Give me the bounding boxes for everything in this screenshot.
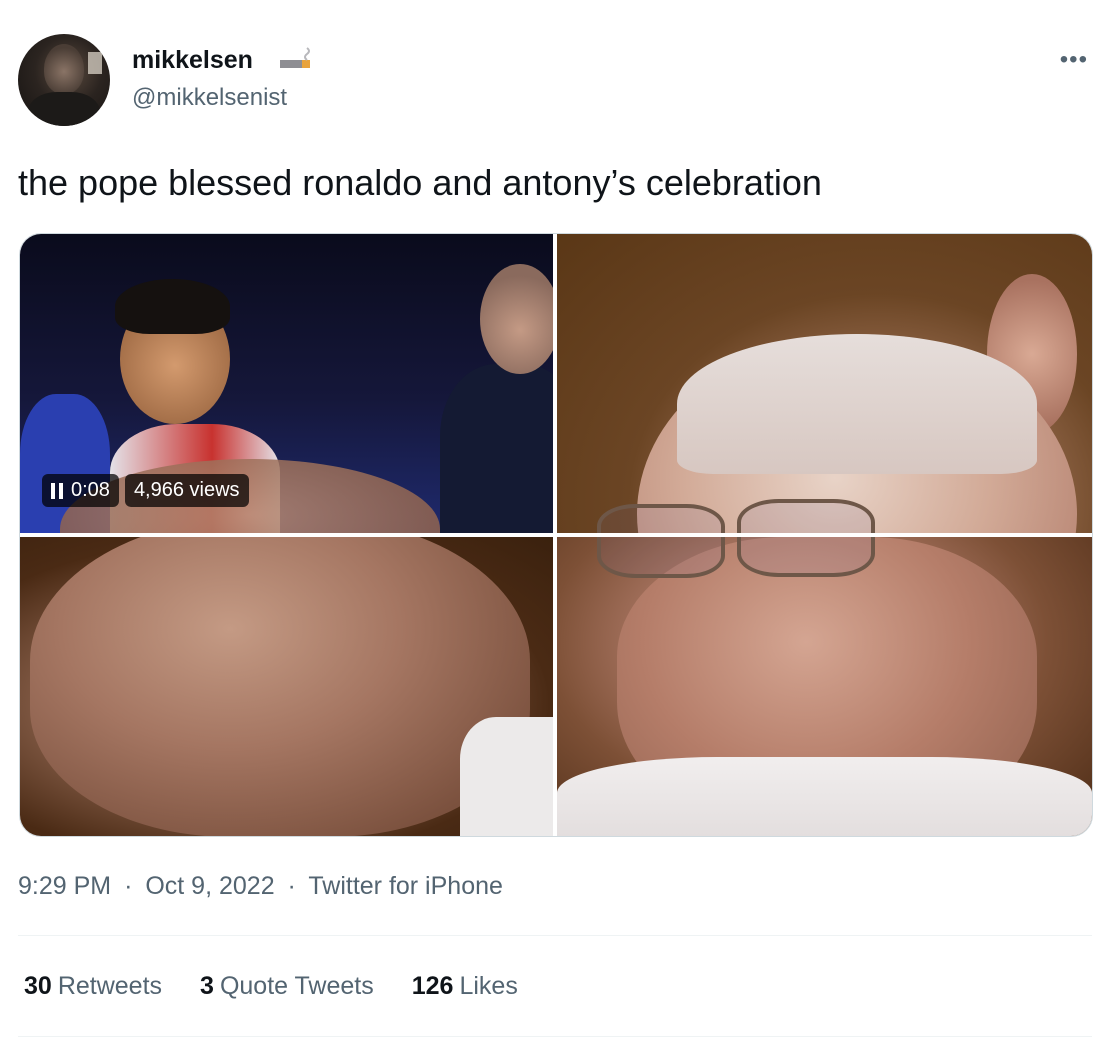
tweet-time[interactable]: 9:29 PM	[18, 872, 111, 900]
coach-figure	[440, 364, 553, 533]
divider	[18, 1036, 1092, 1037]
meta-separator: ·	[124, 872, 133, 900]
media-cell-bottom-right[interactable]	[557, 537, 1092, 836]
tweet-timestamp: 9:29 PM · Oct 9, 2022 · Twitter for iPho…	[18, 872, 503, 901]
media-cell-top-right[interactable]	[557, 234, 1092, 533]
meta-separator: ·	[287, 872, 296, 900]
tweet-source[interactable]: Twitter for iPhone	[308, 872, 503, 900]
quote-tweets-stat[interactable]: 3 Quote Tweets	[200, 972, 374, 1001]
divider	[18, 935, 1092, 936]
avatar-head	[44, 44, 84, 94]
retweets-count: 30	[24, 972, 52, 1000]
avatar-body	[28, 92, 100, 126]
tweet-date[interactable]: Oct 9, 2022	[145, 872, 274, 900]
video-elapsed: 0:08	[71, 479, 110, 501]
pope-collar	[557, 757, 1092, 836]
tweet-text: the pope blessed ronaldo and antony’s ce…	[18, 162, 822, 203]
likes-stat[interactable]: 126 Likes	[412, 972, 518, 1001]
quote-tweets-count: 3	[200, 972, 214, 1000]
pope-sleeve	[460, 717, 553, 836]
glasses-right-lens-lower	[737, 537, 875, 577]
pause-icon[interactable]	[51, 482, 63, 499]
pope-zucchetto	[677, 334, 1037, 474]
media-cell-top-left[interactable]: 0:08 4,966 views	[20, 234, 553, 533]
retweets-label: Retweets	[57, 972, 163, 1000]
author-display-name[interactable]: mikkelsen	[132, 46, 253, 75]
author-handle[interactable]: @mikkelsenist	[132, 84, 287, 112]
likes-count: 126	[411, 972, 454, 1000]
media-cell-bottom-left[interactable]	[20, 537, 553, 836]
engagement-stats: 30 Retweets 3 Quote Tweets 126 Likes	[24, 972, 518, 1001]
avatar-background-window	[88, 52, 102, 74]
player-hair	[115, 279, 230, 334]
glasses-left-lens	[597, 504, 725, 533]
glasses-right-lens	[737, 499, 875, 533]
avatar[interactable]	[18, 34, 110, 126]
video-controls: 0:08 4,966 views	[42, 474, 249, 507]
retweets-stat[interactable]: 30 Retweets	[24, 972, 162, 1001]
quote-tweets-label: Quote Tweets	[219, 972, 374, 1000]
cigarette-icon	[280, 47, 310, 68]
tweet-card: mikkelsen @mikkelsenist ••• the pope ble…	[0, 0, 1112, 1048]
video-timer[interactable]: 0:08	[42, 474, 119, 507]
more-horizontal-icon[interactable]: •••	[1060, 46, 1088, 74]
coach-head	[480, 264, 553, 374]
likes-label: Likes	[459, 972, 518, 1000]
glasses-left-lens-lower	[597, 537, 725, 578]
pope-hands	[30, 537, 530, 836]
video-views: 4,966 views	[124, 474, 249, 507]
media-grid[interactable]: 0:08 4,966 views	[19, 233, 1093, 837]
